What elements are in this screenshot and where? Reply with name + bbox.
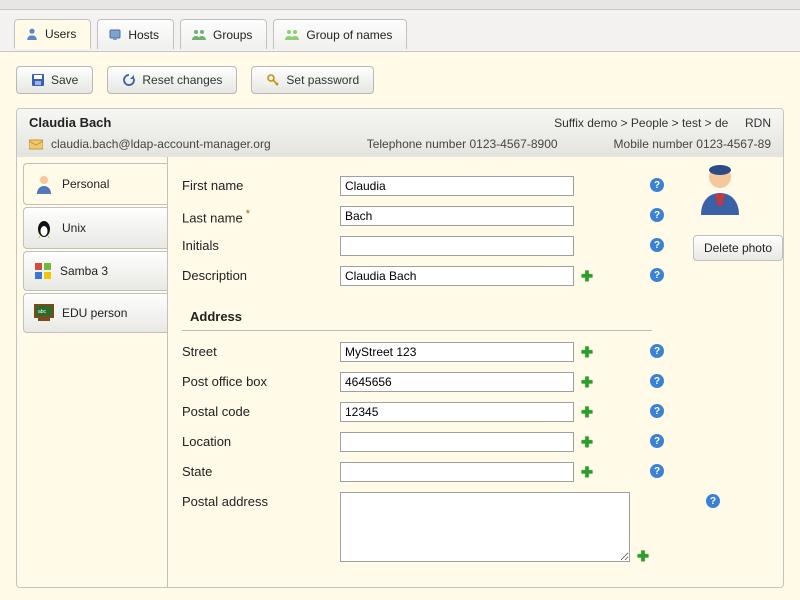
- help-icon[interactable]: ?: [650, 208, 664, 222]
- entry-email: claudia.bach@ldap-account-manager.org: [51, 137, 271, 151]
- last-name-input[interactable]: [340, 206, 574, 226]
- entry-mobile: Mobile number 0123-4567-89: [614, 137, 771, 151]
- save-icon: [31, 73, 45, 87]
- add-icon[interactable]: ✚: [637, 548, 649, 565]
- address-heading: Address: [182, 295, 652, 331]
- description-label: Description: [182, 266, 340, 283]
- help-icon[interactable]: ?: [650, 464, 664, 478]
- user-icon: [25, 27, 39, 41]
- add-icon[interactable]: ✚: [581, 434, 593, 451]
- add-icon[interactable]: ✚: [581, 374, 593, 391]
- tab-users-label: Users: [45, 27, 76, 41]
- mail-icon: [29, 139, 43, 150]
- avatar-icon: [693, 161, 783, 215]
- help-icon[interactable]: ?: [650, 374, 664, 388]
- tab-group-of-names[interactable]: Group of names: [273, 19, 407, 49]
- tab-group-of-names-label: Group of names: [306, 28, 392, 42]
- help-icon[interactable]: ?: [650, 238, 664, 252]
- initials-label: Initials: [182, 236, 340, 253]
- pobox-label: Post office box: [182, 372, 340, 389]
- save-button-label: Save: [51, 73, 78, 87]
- street-label: Street: [182, 342, 340, 359]
- first-name-label: First name: [182, 176, 340, 193]
- side-tab-edu-label: EDU person: [62, 306, 127, 320]
- delete-photo-label: Delete photo: [704, 241, 772, 255]
- tab-hosts[interactable]: Hosts: [97, 19, 174, 49]
- location-label: Location: [182, 432, 340, 449]
- street-input[interactable]: [340, 342, 574, 362]
- state-label: State: [182, 462, 340, 479]
- location-input[interactable]: [340, 432, 574, 452]
- help-icon[interactable]: ?: [650, 268, 664, 282]
- svg-text:abc: abc: [38, 309, 47, 315]
- side-tabs: Personal Unix Samba 3 abc EDU person: [17, 157, 167, 587]
- delete-photo-button[interactable]: Delete photo: [693, 235, 783, 261]
- reset-button[interactable]: Reset changes: [107, 66, 237, 94]
- side-tab-samba[interactable]: Samba 3: [23, 251, 167, 291]
- add-icon[interactable]: ✚: [581, 464, 593, 481]
- action-bar: Save Reset changes Set password: [0, 52, 800, 108]
- chalkboard-icon: abc: [34, 304, 54, 322]
- initials-input[interactable]: [340, 236, 574, 256]
- side-tab-samba-label: Samba 3: [60, 264, 108, 278]
- save-button[interactable]: Save: [16, 66, 93, 94]
- entry-panel: Claudia Bach Suffix demo > People > test…: [16, 108, 784, 588]
- key-icon: [266, 73, 280, 87]
- pobox-input[interactable]: [340, 372, 574, 392]
- reset-button-label: Reset changes: [142, 73, 222, 87]
- help-icon[interactable]: ?: [650, 434, 664, 448]
- group-names-icon: [284, 28, 300, 42]
- postal-code-label: Postal code: [182, 402, 340, 419]
- side-tab-unix-label: Unix: [62, 221, 86, 235]
- person-icon: [34, 174, 54, 194]
- add-icon[interactable]: ✚: [581, 344, 593, 361]
- main-nav: Users Hosts Groups Group of names: [0, 10, 800, 52]
- window-top-strip: [0, 0, 800, 10]
- help-icon[interactable]: ?: [650, 178, 664, 192]
- help-icon[interactable]: ?: [650, 344, 664, 358]
- add-icon[interactable]: ✚: [581, 268, 593, 285]
- set-password-button[interactable]: Set password: [251, 66, 374, 94]
- form-area: Delete photo First name ? Last name ? In…: [167, 157, 783, 587]
- host-icon: [108, 28, 122, 42]
- tab-hosts-label: Hosts: [128, 28, 159, 42]
- add-icon[interactable]: ✚: [581, 404, 593, 421]
- groups-icon: [191, 28, 207, 42]
- side-tab-unix[interactable]: Unix: [23, 207, 167, 249]
- postal-code-input[interactable]: [340, 402, 574, 422]
- entry-title: Claudia Bach: [29, 115, 111, 130]
- tux-icon: [34, 218, 54, 238]
- tab-groups[interactable]: Groups: [180, 19, 267, 49]
- side-tab-edu[interactable]: abc EDU person: [23, 293, 167, 333]
- entry-header: Claudia Bach Suffix demo > People > test…: [17, 109, 783, 157]
- first-name-input[interactable]: [340, 176, 574, 196]
- help-icon[interactable]: ?: [706, 494, 720, 508]
- photo-box: Delete photo: [693, 161, 783, 261]
- postal-address-input[interactable]: [340, 492, 630, 562]
- refresh-icon: [122, 73, 136, 87]
- postal-address-label: Postal address: [182, 492, 340, 509]
- help-icon[interactable]: ?: [650, 404, 664, 418]
- entry-phone: Telephone number 0123-4567-8900: [367, 137, 558, 151]
- entry-suffix: Suffix demo > People > test > de RDN: [554, 116, 771, 130]
- side-tab-personal-label: Personal: [62, 177, 109, 191]
- state-input[interactable]: [340, 462, 574, 482]
- tab-users[interactable]: Users: [14, 19, 91, 49]
- windows-icon: [34, 262, 52, 280]
- tab-groups-label: Groups: [213, 28, 252, 42]
- set-password-label: Set password: [286, 73, 359, 87]
- last-name-label: Last name: [182, 206, 340, 225]
- side-tab-personal[interactable]: Personal: [23, 163, 168, 205]
- description-input[interactable]: [340, 266, 574, 286]
